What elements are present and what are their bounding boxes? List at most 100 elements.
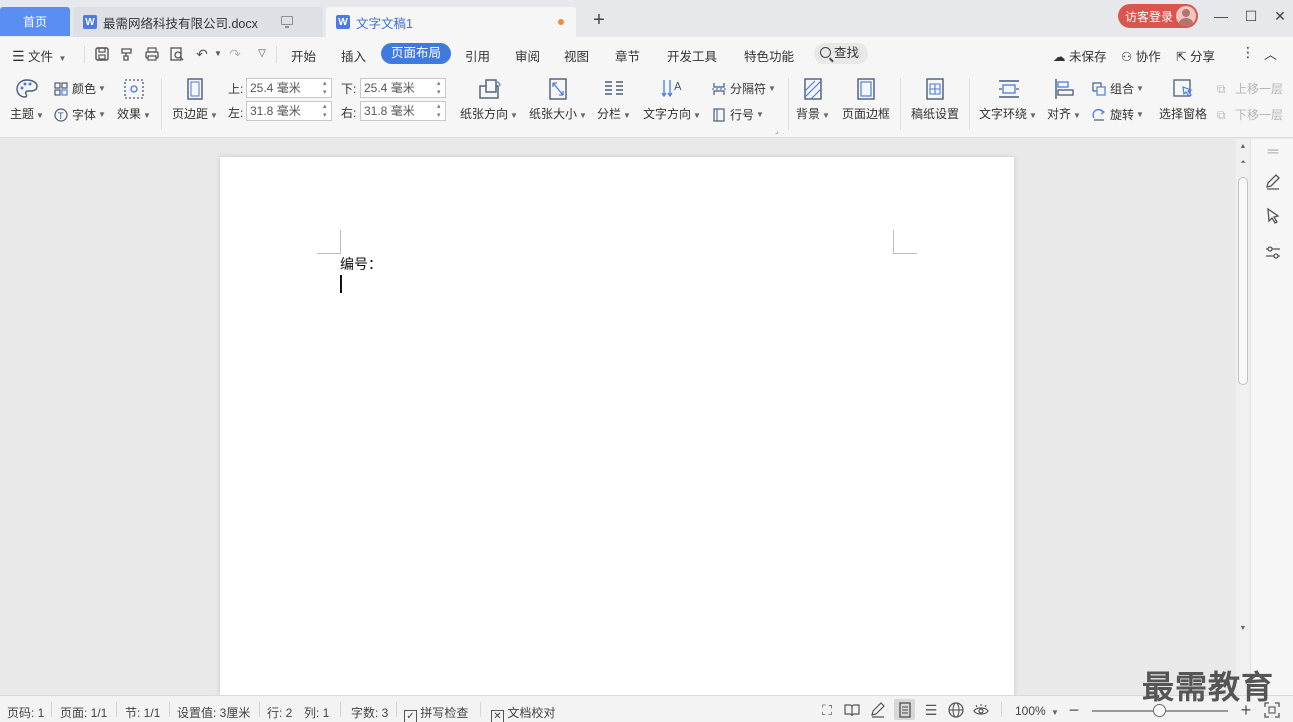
vertical-scrollbar[interactable]: ▲ ⏶ ▼ xyxy=(1236,139,1250,695)
color-button[interactable]: 颜色 ▼ xyxy=(54,80,106,97)
line-numbers-button[interactable]: 行号 ▼ xyxy=(712,106,764,123)
page-setup-dialog-launcher[interactable]: ⌟ xyxy=(775,126,779,135)
text-direction-icon: A xyxy=(660,78,682,100)
pages-status[interactable]: 页面: 1/1 xyxy=(60,704,107,721)
tab-chapter[interactable]: 章节 xyxy=(615,46,640,65)
customize-quick-access-icon[interactable]: ▽ xyxy=(254,46,270,62)
maximize-button[interactable]: ☐ xyxy=(1238,6,1264,26)
cloud-icon: ☁ xyxy=(1053,50,1066,64)
share-button[interactable]: ⇱ 分享 xyxy=(1176,46,1215,65)
undo-dropdown-icon[interactable]: ▼ xyxy=(210,46,226,62)
scroll-down-icon[interactable]: ▼ xyxy=(1236,625,1250,632)
unsaved-status[interactable]: ☁ 未保存 xyxy=(1053,46,1107,65)
zoom-level-dropdown[interactable]: 100% ▼ xyxy=(1015,704,1059,718)
scroll-page-up-icon[interactable]: ⏶ xyxy=(1236,159,1250,167)
more-options-icon[interactable]: ⋮ xyxy=(1241,44,1255,61)
margin-bottom-label: 下: xyxy=(341,82,357,96)
user-icon: ⚇ xyxy=(1121,50,1133,64)
page-border-button[interactable]: 页面边框 xyxy=(840,78,892,122)
margins-button[interactable]: 页边距 ▼ xyxy=(172,78,218,122)
page-number-status[interactable]: 页码: 1 xyxy=(7,704,44,721)
tab-label: 最需网络科技有限公司.docx xyxy=(103,16,258,31)
fullscreen-icon[interactable]: ⛶ xyxy=(818,701,836,719)
tab-bar: 首页 W 最需网络科技有限公司.docx W 文字文稿1 + 访客登录 — ☐ … xyxy=(0,0,1293,37)
tab-page-layout[interactable]: 页面布局 xyxy=(381,43,452,64)
print-preview-icon[interactable] xyxy=(169,46,185,62)
panel-handle-icon[interactable]: ═ xyxy=(1264,143,1282,161)
write-mode-icon[interactable] xyxy=(869,701,887,719)
tab-insert[interactable]: 插入 xyxy=(341,46,366,65)
breaks-button[interactable]: 分隔符 ▼ xyxy=(712,80,776,97)
scrollbar-thumb[interactable] xyxy=(1238,177,1248,385)
paper-orientation-button[interactable]: 纸张方向 ▼ xyxy=(460,78,518,122)
new-tab-button[interactable]: + xyxy=(588,9,610,31)
rotate-button[interactable]: 旋转 ▼ xyxy=(1092,106,1144,123)
cursor-select-icon[interactable] xyxy=(1264,207,1282,225)
tab-document-docx[interactable]: W 最需网络科技有限公司.docx xyxy=(73,7,323,37)
sliders-icon[interactable] xyxy=(1264,244,1282,262)
wrap-text-icon xyxy=(997,78,1019,100)
columns-button[interactable]: 分栏 ▼ xyxy=(597,78,631,122)
eye-protection-icon[interactable] xyxy=(972,701,990,719)
document-proofread-button[interactable]: ✕ 文档校对 xyxy=(491,704,555,722)
file-menu[interactable]: ☰ 文件 ▼ xyxy=(12,46,66,65)
paper-size-button[interactable]: 纸张大小 ▼ xyxy=(529,78,587,122)
group-button[interactable]: 组合 ▼ xyxy=(1092,80,1144,97)
document-page[interactable]: 编号： xyxy=(220,157,1014,697)
tab-view[interactable]: 视图 xyxy=(564,46,589,65)
grid-paper-settings-button[interactable]: 稿纸设置 xyxy=(909,78,961,122)
checkbox-icon: ✓ xyxy=(404,710,417,722)
background-button[interactable]: 背景 ▼ xyxy=(795,78,831,122)
reading-mode-icon[interactable] xyxy=(843,701,861,719)
writer-icon: W xyxy=(83,15,97,29)
outline-view-icon[interactable]: ☰ xyxy=(922,701,940,719)
send-backward-button[interactable]: ⧉ 下移一层 xyxy=(1217,106,1287,123)
tab-developer[interactable]: 开发工具 xyxy=(667,46,717,65)
guest-login-button[interactable]: 访客登录 xyxy=(1118,4,1198,28)
monitor-icon[interactable] xyxy=(281,16,293,28)
effect-button[interactable]: 效果 ▼ xyxy=(116,78,152,122)
redo-icon[interactable]: ↷ xyxy=(227,46,243,62)
text-direction-button[interactable]: A 文字方向 ▼ xyxy=(643,78,701,122)
minimize-button[interactable]: — xyxy=(1208,6,1234,26)
zoom-out-button[interactable]: − xyxy=(1065,701,1083,719)
spell-check-button[interactable]: ✓ 拼写检查 xyxy=(404,704,468,722)
column-status[interactable]: 列: 1 xyxy=(304,704,329,721)
save-icon[interactable] xyxy=(94,46,110,62)
undo-icon[interactable]: ↶ xyxy=(194,46,210,62)
tab-references[interactable]: 引用 xyxy=(465,46,490,65)
collapse-ribbon-icon[interactable]: ︿ xyxy=(1264,44,1277,63)
align-button[interactable]: 对齐 ▼ xyxy=(1047,78,1081,122)
font-theme-button[interactable]: T 字体 ▼ xyxy=(54,106,106,123)
close-button[interactable]: ✕ xyxy=(1267,6,1293,26)
setting-value-status[interactable]: 设置值: 3厘米 xyxy=(177,704,250,721)
margin-top-input[interactable]: 25.4 毫米 xyxy=(246,78,332,98)
tab-home[interactable]: 首页 xyxy=(0,7,70,36)
tab-special-features[interactable]: 特色功能 xyxy=(744,46,794,65)
tab-review[interactable]: 审阅 xyxy=(515,46,540,65)
collaborate-button[interactable]: ⚇ 协作 xyxy=(1121,46,1161,65)
margin-left-input[interactable]: 31.8 毫米 xyxy=(246,101,332,121)
format-painter-icon[interactable] xyxy=(119,46,135,62)
pen-icon[interactable] xyxy=(1264,173,1282,191)
document-text-line[interactable]: 编号： xyxy=(340,254,382,274)
selection-pane-button[interactable]: 选择窗格 xyxy=(1157,78,1209,122)
tab-document-active[interactable]: W 文字文稿1 xyxy=(326,7,576,37)
row-status[interactable]: 行: 2 xyxy=(267,704,292,721)
search-button[interactable]: 查找 xyxy=(814,43,868,64)
word-count-status[interactable]: 字数: 3 xyxy=(351,704,388,721)
tab-start[interactable]: 开始 xyxy=(291,46,316,65)
margin-bottom-input[interactable]: 25.4 毫米 xyxy=(360,78,446,98)
wrap-text-button[interactable]: 文字环绕 ▼ xyxy=(978,78,1038,122)
section-status[interactable]: 节: 1/1 xyxy=(125,704,160,721)
margin-right-input[interactable]: 31.8 毫米 xyxy=(360,101,446,121)
bring-forward-button[interactable]: ⧉ 上移一层 xyxy=(1217,80,1287,97)
page-view-icon[interactable] xyxy=(894,699,915,720)
avatar xyxy=(1176,6,1196,26)
theme-button[interactable]: 主题 ▼ xyxy=(10,78,44,122)
ribbon-page-layout: 主题▼ 颜色▼ T 字体▼ 效果▼ 页边距▼ 上: 25.4 毫米 下: 25.… xyxy=(0,72,1293,138)
web-view-icon[interactable] xyxy=(947,701,965,719)
print-icon[interactable] xyxy=(144,46,160,62)
scroll-up-icon[interactable]: ▲ xyxy=(1236,143,1250,150)
orientation-icon xyxy=(478,78,501,100)
